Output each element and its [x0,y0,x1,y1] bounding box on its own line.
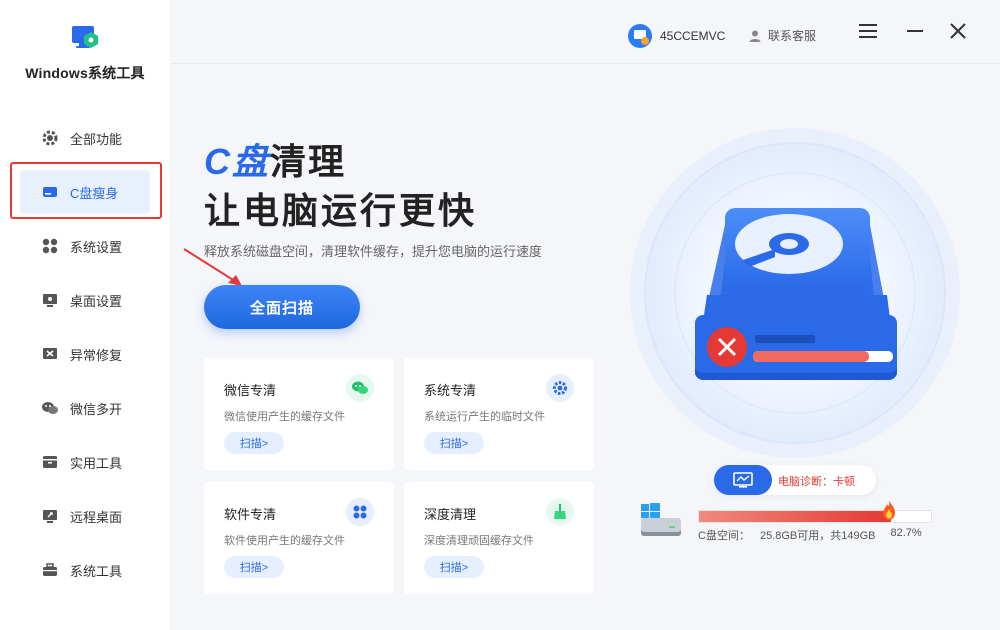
wechat-icon [346,374,374,402]
minimize-icon [906,23,924,44]
scan-button[interactable]: 扫描> [424,432,484,454]
close-button[interactable] [947,22,969,44]
page-subtitle: 释放系统磁盘空间，清理软件缓存，提升您电脑的运行速度 [204,244,543,259]
box-icon [40,452,60,472]
disk-available: 25.8GB可用，共149GB [759,530,876,542]
broom-icon [546,498,574,526]
minimize-button[interactable] [904,22,926,44]
username: 45CCEMVC [660,29,726,43]
sidebar-item-label: 实用工具 [70,455,123,471]
sidebar-item-remote-desktop[interactable]: 远程桌面 [0,489,170,543]
app-logo: Windows系统工具 [0,22,170,83]
sidebar-item-label: 远程桌面 [70,509,123,525]
card-desc: 微信使用产生的缓存文件 [224,411,345,423]
app-logo-icon [70,22,100,52]
sidebar-item-label: 系统设置 [70,239,123,255]
sidebar-item-label: 全部功能 [70,131,123,147]
avatar [628,24,652,48]
c-drive-illustration [630,128,960,458]
sidebar-item-desktop-settings[interactable]: 桌面设置 [0,273,170,327]
sidebar-item-repair[interactable]: 异常修复 [0,327,170,381]
annotation-arrow-icon [183,248,242,286]
sidebar-item-label: 异常修复 [70,347,123,363]
windows-drive-icon [641,503,681,536]
card-desc: 系统运行产生的临时文件 [424,411,545,423]
remote-icon [40,506,60,526]
deep-clean-card[interactable]: 深度清理 深度清理顽固缓存文件 扫描> [404,482,594,594]
sidebar: Windows系统工具 全部功能 C盘瘦身 系统设置 桌面设置 异常修复 微信多… [0,0,170,630]
wechat-clean-card[interactable]: 微信专清 微信使用产生的缓存文件 扫描> [204,358,394,470]
card-title: 系统专清 [424,383,477,398]
title-accent: C盘 [204,141,270,182]
menu-icon [858,23,878,44]
top-bar: 45CCEMVC 联系客服 [170,0,1000,64]
scan-button[interactable]: 扫描> [224,432,284,454]
card-title: 深度清理 [424,507,477,522]
monitor-icon [40,290,60,310]
sidebar-item-all-features[interactable]: 全部功能 [0,111,170,165]
card-title: 微信专清 [224,383,277,398]
sidebar-item-label: C盘瘦身 [70,185,119,201]
scan-button[interactable]: 扫描> [424,556,484,578]
disk-usage-bar [698,500,932,523]
app-title: Windows系统工具 [25,65,145,81]
card-desc: 软件使用产生的缓存文件 [224,535,345,547]
sidebar-item-system-settings[interactable]: 系统设置 [0,219,170,273]
apps-icon [346,498,374,526]
sidebar-nav: 全部功能 C盘瘦身 系统设置 桌面设置 异常修复 微信多开 实用工具 远程桌面 … [0,111,170,597]
system-clean-card[interactable]: 系统专清 系统运行产生的临时文件 扫描> [404,358,594,470]
grid-icon [40,236,60,256]
gear-icon [546,374,574,402]
disk-usage-fill [699,511,891,522]
sidebar-item-system-tools[interactable]: 系统工具 [0,543,170,597]
title-rest: 清理 [270,141,347,182]
contact-service-link[interactable]: 联系客服 [748,27,816,44]
sidebar-item-label: 桌面设置 [70,293,123,309]
sidebar-item-label: 系统工具 [70,563,123,579]
diagnosis-status: 电脑诊断：卡顿 [778,476,855,488]
person-icon [748,29,762,43]
drive-icon [40,182,60,202]
repair-icon [40,344,60,364]
disk-percent: 82.7% [890,527,922,539]
page-title-line2: 让电脑运行更快 [204,190,478,231]
sidebar-item-label: 微信多开 [70,401,123,417]
diagnosis-monitor-icon [714,465,772,495]
user-account[interactable]: 45CCEMVC [628,24,725,48]
sidebar-item-wechat-multi[interactable]: 微信多开 [0,381,170,435]
sidebar-item-utilities[interactable]: 实用工具 [0,435,170,489]
disk-label: C盘空间： [698,530,750,542]
gear-icon [40,128,60,148]
contact-service-label: 联系客服 [768,29,817,43]
menu-button[interactable] [857,22,879,44]
page-title: C盘清理 [204,133,346,185]
disk-info: C盘空间： 25.8GB可用，共149GB 82.7% [698,527,922,543]
sidebar-item-c-drive-slim[interactable]: C盘瘦身 [0,165,170,219]
close-icon [949,22,967,45]
fire-icon [882,500,895,520]
diagnosis-badge[interactable]: 电脑诊断：卡顿 [714,465,876,495]
toolbox-icon [40,560,60,580]
software-clean-card[interactable]: 软件专清 软件使用产生的缓存文件 扫描> [204,482,394,594]
full-scan-button[interactable]: 全面扫描 [204,285,360,329]
card-title: 软件专清 [224,507,277,522]
scan-button[interactable]: 扫描> [224,556,284,578]
card-desc: 深度清理顽固缓存文件 [424,535,534,547]
wechat-icon [40,398,60,418]
